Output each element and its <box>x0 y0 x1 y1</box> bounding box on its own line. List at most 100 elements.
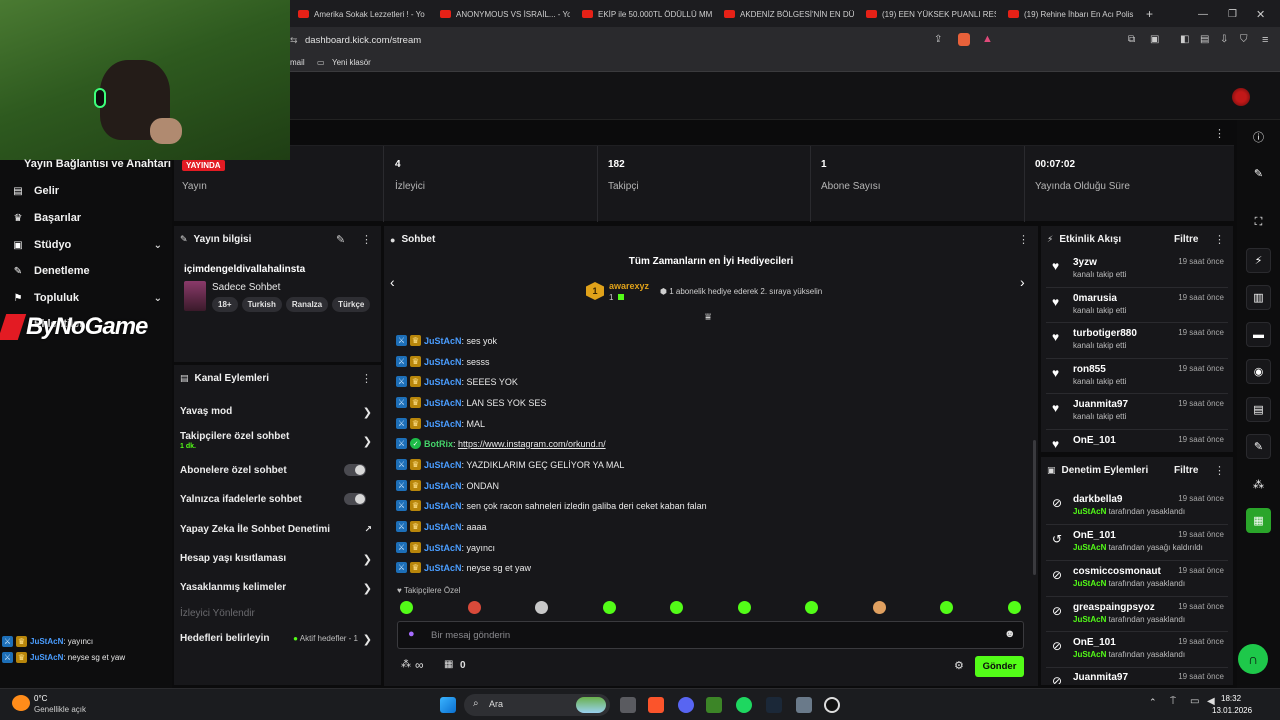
support-button[interactable]: ∩ <box>1238 644 1268 674</box>
chat-username[interactable]: JuStAcN <box>424 398 462 408</box>
clock-date[interactable]: 13.01.2026 <box>1212 706 1252 715</box>
extensions-icon[interactable]: ⧉ <box>1128 34 1135 45</box>
chat-icon[interactable]: ▬ <box>1246 322 1271 347</box>
sidebar-item-topluluk[interactable]: ⚑ Topluluk ⌄ <box>12 292 162 304</box>
chat-username[interactable]: JuStAcN <box>424 563 462 573</box>
browser-tab[interactable]: AKDENİZ BÖLGESİ'NİN EN DÜ <box>724 4 854 24</box>
emote-icon[interactable] <box>670 601 683 614</box>
tray-chevron-icon[interactable]: ⌃ <box>1149 697 1157 708</box>
emotes-only-toggle[interactable] <box>344 493 366 505</box>
emote-icon[interactable] <box>535 601 548 614</box>
tag[interactable]: Türkçe <box>332 297 371 312</box>
clipboard-icon[interactable]: ▥ <box>1246 285 1271 310</box>
emote-icon[interactable] <box>805 601 818 614</box>
browser-tab[interactable]: (19) Rehine İhbarı En Acı Polis <box>1008 4 1140 24</box>
chest-icon[interactable]: ▦ <box>444 659 453 670</box>
followers-only-row[interactable]: Takipçilere özel sohbet ❯ 1 dk. <box>180 431 372 450</box>
chat-settings-icon[interactable]: ⚙ <box>954 659 964 672</box>
taskbar-search[interactable]: ⌕ Ara <box>464 694 610 716</box>
app-icon[interactable]: ▦ <box>1246 508 1271 533</box>
chat-scrollbar[interactable] <box>1033 440 1036 575</box>
chat-username[interactable]: JuStAcN <box>424 481 462 491</box>
sidebar-item-basarilar[interactable]: ♛ Başarılar <box>12 212 162 224</box>
chat-username[interactable]: JuStAcN <box>424 357 462 367</box>
chat-options-icon[interactable]: ⋮ <box>1018 233 1029 246</box>
gifters-prev-button[interactable]: ‹ <box>390 274 395 290</box>
chat-username[interactable]: JuStAcN <box>424 501 462 511</box>
activity-options-icon[interactable]: ⋮ <box>1214 233 1225 246</box>
mod-options-icon[interactable]: ⋮ <box>1214 464 1225 477</box>
wallet-icon[interactable]: ▣ <box>1150 34 1159 45</box>
brave-shield-icon[interactable] <box>958 33 970 46</box>
app-icon[interactable] <box>796 697 812 713</box>
bookmark-folder[interactable]: Yeni klasör <box>332 58 371 67</box>
clock-time[interactable]: 18:32 <box>1221 694 1241 703</box>
chat-username[interactable]: BotRix <box>424 439 453 449</box>
browser-tab[interactable]: EKİP ile 50.000TL ÖDÜLLÜ MM <box>582 4 712 24</box>
chat-input-box[interactable]: ● Bir mesaj gönderin ☻ <box>397 621 1024 649</box>
chat-username[interactable]: JuStAcN <box>424 522 462 532</box>
ai-moderation-row[interactable]: Yapay Zeka İle Sohbet Denetimi ↗ <box>180 524 372 535</box>
top-gifter-name[interactable]: awarexyz <box>609 281 649 291</box>
menu-icon[interactable]: ≡ <box>1262 34 1268 46</box>
broadcast-icon[interactable]: ◉ <box>1246 359 1271 384</box>
mod-filter-button[interactable]: Filtre <box>1174 465 1198 476</box>
wrench-icon[interactable]: ✎ <box>1246 434 1271 459</box>
send-button[interactable]: Gönder <box>975 656 1024 677</box>
browser-tab[interactable]: ANONYMOUS VS İSRAİL... - Yo <box>440 4 570 24</box>
obs-icon[interactable] <box>824 697 840 713</box>
microphone-icon[interactable]: ● <box>408 628 415 640</box>
layout-icon[interactable]: ▤ <box>1246 397 1271 422</box>
sidebar-toggle-icon[interactable]: ◧ <box>1180 34 1189 45</box>
download-icon[interactable]: ⇩ <box>1220 34 1228 45</box>
reader-icon[interactable]: ▤ <box>1200 34 1209 45</box>
channel-actions-options-icon[interactable]: ⋮ <box>361 372 372 385</box>
chat-username[interactable]: JuStAcN <box>424 336 462 346</box>
chat-username[interactable]: JuStAcN <box>424 419 462 429</box>
steam-icon[interactable] <box>766 697 782 713</box>
emoji-icon[interactable]: ☻ <box>1004 628 1016 640</box>
points-icon[interactable]: ⁂ <box>401 659 411 670</box>
slow-mode-row[interactable]: Yavaş mod ❯ <box>180 406 372 419</box>
bookmark-mail[interactable]: mail <box>290 58 305 67</box>
emote-icon[interactable] <box>1008 601 1021 614</box>
info-icon[interactable]: ⓘ <box>1246 124 1271 149</box>
activity-filter-button[interactable]: Filtre <box>1174 234 1198 245</box>
pencil-icon[interactable]: ✎ <box>1246 161 1271 186</box>
emote-icon[interactable] <box>468 601 481 614</box>
account-age-row[interactable]: Hesap yaşı kısıtlaması ❯ <box>180 553 372 566</box>
minecraft-icon[interactable] <box>706 697 722 713</box>
weather-desc[interactable]: Genellikle açık <box>34 705 86 714</box>
emote-icon[interactable] <box>400 601 413 614</box>
new-tab-button[interactable]: + <box>1146 4 1153 24</box>
stats-options-icon[interactable]: ⋮ <box>1214 127 1225 140</box>
close-window-icon[interactable]: ✕ <box>1256 4 1265 24</box>
vpn-icon[interactable]: ⛉ <box>1240 34 1248 45</box>
tag[interactable]: Turkish <box>241 297 282 312</box>
emote-icon[interactable] <box>738 601 751 614</box>
banned-words-row[interactable]: Yasaklanmış kelimeler ❯ <box>180 582 372 595</box>
pin-collapse-icon[interactable]: ⩸ <box>705 312 711 323</box>
edit-icon[interactable]: ✎ <box>336 233 345 246</box>
dots-icon[interactable]: ⁂ <box>1246 472 1271 497</box>
fullscreen-icon[interactable]: ⛶ <box>1246 210 1271 235</box>
gifters-next-button[interactable]: › <box>1020 274 1025 290</box>
tag[interactable]: Ranalza <box>285 297 329 312</box>
emote-icon[interactable] <box>940 601 953 614</box>
chat-link[interactable]: https://www.instagram.com/orkund.n/ <box>458 439 606 449</box>
microphone-icon[interactable]: ⍑ <box>1170 696 1176 707</box>
sidebar-item-studyo[interactable]: ▣ Stüdyo ⌄ <box>12 239 162 251</box>
emote-icon[interactable] <box>873 601 886 614</box>
brave-rewards-icon[interactable]: ▲ <box>982 33 993 45</box>
task-view-icon[interactable] <box>620 697 636 713</box>
chat-username[interactable]: JuStAcN <box>424 460 462 470</box>
brave-browser-icon[interactable] <box>648 697 664 713</box>
share-icon[interactable]: ⇪ <box>934 34 942 45</box>
subscribers-only-toggle[interactable] <box>344 464 366 476</box>
sidebar-item-gelir[interactable]: ▤ Gelir <box>12 185 162 197</box>
chat-username[interactable]: JuStAcN <box>424 377 462 387</box>
goals-row[interactable]: Hedefleri belirleyin ● Aktif hedefler - … <box>180 633 372 646</box>
maximize-icon[interactable]: ❐ <box>1228 4 1237 24</box>
tag[interactable]: 18+ <box>212 297 238 312</box>
minimize-icon[interactable]: — <box>1198 4 1208 24</box>
